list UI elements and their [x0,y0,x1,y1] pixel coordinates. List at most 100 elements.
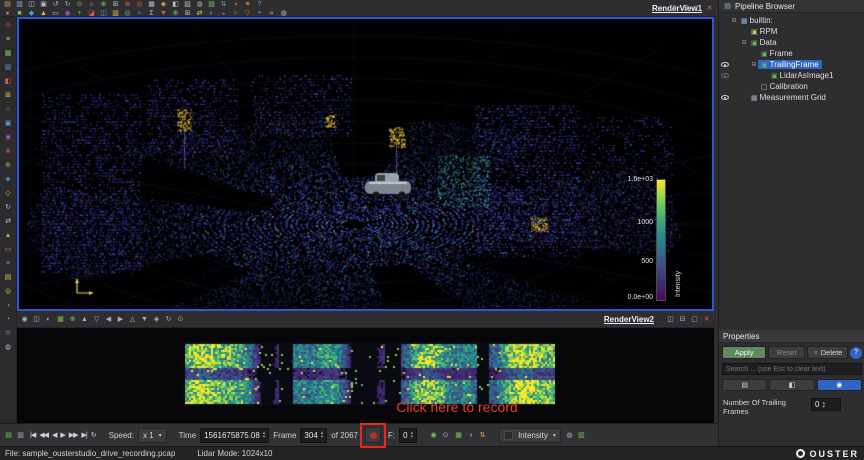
wireframe-representation-icon[interactable]: ▨ [183,0,192,9]
view-front-icon[interactable]: ▲ [80,315,89,324]
snap-timesteps-icon[interactable]: ◉ [429,431,438,440]
render-view-1[interactable]: 1.6e+03 1000 500 0.0e+00 Intensity [17,17,714,311]
select-cells-icon[interactable]: ▣ [4,119,13,128]
edit-color-icon[interactable]: ◑ [231,0,240,9]
rescale-range-icon[interactable]: ⇅ [219,0,228,9]
copy-image-icon[interactable]: ◫ [32,315,41,324]
properties-header[interactable]: Properties [719,330,864,343]
edit-color-map-icon[interactable]: ◑ [466,431,475,440]
realtime-mode-icon[interactable]: ⊙ [441,431,450,440]
color-by-select[interactable]: Intensity ▾ [499,428,561,443]
choose-preset-icon[interactable]: ◍ [565,431,574,440]
frame-field[interactable]: 304 ▴▾ [300,428,327,443]
pipeline-item-lidarasimage1[interactable]: ▣LidarAsImage1 [719,70,864,81]
show-axes-grid-icon[interactable]: ▦ [147,0,156,9]
rotate-90-icon[interactable]: ↻ [164,315,173,324]
zoom-to-data-icon[interactable]: ⊕ [99,0,108,9]
close-view-icon[interactable]: ✕ [705,4,714,13]
camera-2d-icon[interactable]: ◇ [4,189,13,198]
camera-3d-icon[interactable]: ◈ [4,175,13,184]
speed-select[interactable]: x 1 ▾ [138,428,167,443]
trailing-count-field[interactable]: 0 ▴▾ [399,428,417,443]
set-rotation-center-icon[interactable]: ⊗ [123,0,132,9]
point-cloud-canvas[interactable] [19,19,712,309]
spinner-arrows-icon[interactable]: ▴▾ [263,431,266,439]
visibility-eye-icon[interactable] [721,62,729,67]
palette-toggle-icon[interactable]: ◑ [4,301,13,310]
measure-grid-icon[interactable]: ≡ [4,259,13,268]
settings-icon[interactable]: ◍ [4,343,13,352]
redo-icon[interactable]: ↻ [63,0,72,9]
points-representation-icon[interactable]: ◍ [195,0,204,9]
open-file-icon[interactable]: ▤ [3,0,12,9]
spinner-arrows-icon[interactable]: ▴▾ [411,431,414,439]
view-bottom-icon[interactable]: ▼ [140,315,149,324]
apply-button[interactable]: Apply [722,346,766,359]
step-forward-icon[interactable]: ▶▶ [68,430,79,440]
zoom-box-icon[interactable]: ⊕ [4,161,13,170]
tree-expander-icon[interactable]: ⊟ [750,61,758,68]
split-vertical-icon[interactable]: ⊟ [678,315,687,324]
layer-manager-icon[interactable]: ▤ [4,431,13,440]
tree-expander-icon[interactable]: ⊟ [740,39,748,46]
last-frame-icon[interactable]: ▶| [81,430,88,440]
pipeline-item-calibration[interactable]: ▢Calibration [719,81,864,92]
pipeline-item-rpm[interactable]: ▣RPM [719,26,864,37]
select-points-icon[interactable]: ○ [4,105,13,114]
rescale-color-range-icon[interactable]: ⇅ [478,431,487,440]
split-vertical-icon[interactable]: ⊟ [681,4,690,13]
close-view-icon[interactable]: ✕ [702,315,711,324]
pipeline-item-frame[interactable]: ▣Frame [719,48,864,59]
pick-center-icon[interactable]: ◎ [135,0,144,9]
reset-button[interactable]: Reset [768,346,805,359]
chart-view-icon[interactable]: ◧ [4,77,13,86]
zoom-to-box-icon[interactable]: ⊞ [111,0,120,9]
maximize-view-icon[interactable]: ▢ [690,315,699,324]
render-view-2[interactable] [17,328,714,423]
pipeline-item-builtin[interactable]: ⊟▦builtin: [719,15,864,26]
delete-button[interactable]: ✕ Delete [807,346,848,359]
orientation-axes-icon[interactable]: ◈ [159,0,168,9]
toggle-grid-icon[interactable]: ▦ [56,315,65,324]
time-field[interactable]: 1561675875.08 ▴▾ [200,428,269,443]
save-screenshot-icon[interactable]: ◫ [27,0,36,9]
save-file-icon[interactable]: ▥ [15,0,24,9]
ruler-icon[interactable]: ≡ [243,0,252,9]
display-tab-button[interactable]: ◧ [769,379,814,391]
help-button[interactable]: ? [850,347,862,359]
split-horizontal-icon[interactable]: ◫ [666,315,675,324]
spinner-arrows-icon[interactable]: ▴▾ [321,431,324,439]
measure-icon[interactable]: ≡ [4,35,13,44]
pipeline-item-trailingframe[interactable]: ⊟▣TrailingFrame [719,59,864,70]
pipeline-item-measurement-grid[interactable]: ▦Measurement Grid [719,92,864,103]
interactive-select-icon[interactable]: ⊗ [4,147,13,156]
renderview2-title[interactable]: RenderView2 [604,315,654,324]
search-input[interactable] [722,363,862,375]
view-isometric-icon[interactable]: ◈ [152,315,161,324]
visibility-eye-icon[interactable] [721,95,729,100]
help-icon[interactable]: ? [255,0,264,9]
reset-camera-icon[interactable]: ⌂ [87,0,96,9]
view-settings-tab-button[interactable]: ◉ [817,379,862,391]
loop-icon[interactable]: ↻ [90,430,97,440]
record-button[interactable] [365,427,381,443]
pipeline-item-data[interactable]: ⊟▣Data [719,37,864,48]
play-icon[interactable]: ▶ [59,430,65,440]
selection-box-icon[interactable]: ⊞ [4,91,13,100]
previous-frame-icon[interactable]: ◀◀ [38,430,49,440]
add-layer-icon[interactable]: ▥ [16,431,25,440]
view-right-icon[interactable]: ▶ [116,315,125,324]
copy-view-icon[interactable]: ▣ [39,0,48,9]
toggle-axes-icon[interactable]: ⊕ [68,315,77,324]
spreadsheet-view-icon[interactable]: ▦ [4,49,13,58]
crop-view-icon[interactable]: ▭ [4,245,13,254]
maximize-view-icon[interactable]: ▢ [693,4,702,13]
first-frame-icon[interactable]: |◀ [29,430,36,440]
annotate-icon[interactable]: ▤ [4,273,13,282]
histogram-view-icon[interactable]: ▥ [4,63,13,72]
surface-representation-icon[interactable]: ◧ [171,0,180,9]
view-top-icon[interactable]: △ [128,315,137,324]
fly-mode-icon[interactable]: ▲ [4,231,13,240]
split-horizontal-icon[interactable]: ◫ [669,4,678,13]
properties-tab-button[interactable]: ▤ [722,379,767,391]
